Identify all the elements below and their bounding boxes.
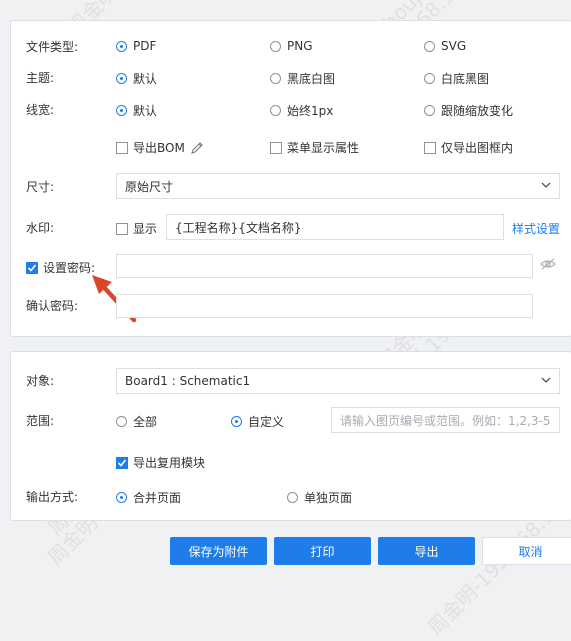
page-range-input[interactable]: 请输入图页编号或范围。例如：1,2,3-5 <box>331 407 560 433</box>
linewidth-1px-option[interactable]: 始终1px <box>270 102 333 119</box>
cancel-button[interactable]: 取消 <box>482 537 571 565</box>
theme-label: 主题: <box>26 71 55 85</box>
radio-icon[interactable] <box>116 105 127 116</box>
radio-icon[interactable] <box>116 492 127 503</box>
watermark-text-input[interactable]: {工程名称}{文档名称} <box>166 214 504 240</box>
radio-icon[interactable] <box>270 105 281 116</box>
size-select[interactable]: 原始尺寸 <box>116 173 560 199</box>
checkbox-checked-icon[interactable] <box>116 456 128 469</box>
theme-black-bg-option[interactable]: 黑底白图 <box>270 70 335 87</box>
confirm-password-label: 确认密码: <box>26 299 79 313</box>
checkbox-icon[interactable] <box>424 141 436 154</box>
radio-icon[interactable] <box>116 416 127 427</box>
radio-icon[interactable] <box>424 73 435 84</box>
export-button[interactable]: 导出 <box>378 537 475 565</box>
export-bom-checkbox[interactable]: 导出BOM <box>116 139 205 156</box>
radio-icon[interactable] <box>116 40 127 52</box>
eye-off-icon[interactable] <box>539 257 557 271</box>
radio-icon[interactable] <box>270 40 281 52</box>
range-all-option[interactable]: 全部 <box>116 413 157 430</box>
set-password-checkbox[interactable]: 设置密码: <box>26 259 95 276</box>
radio-icon[interactable] <box>424 105 435 116</box>
checkbox-icon[interactable] <box>270 141 282 154</box>
output-mode-label: 输出方式: <box>26 490 79 504</box>
watermark-show-checkbox[interactable]: 显示 <box>116 220 157 237</box>
object-select[interactable]: Board1 : Schematic1 <box>116 368 560 394</box>
save-as-attachment-button[interactable]: 保存为附件 <box>170 537 267 565</box>
radio-icon[interactable] <box>231 416 242 427</box>
theme-default-option[interactable]: 默认 <box>116 70 157 87</box>
print-button[interactable]: 打印 <box>274 537 371 565</box>
radio-icon[interactable] <box>270 73 281 84</box>
export-reuse-modules-checkbox[interactable]: 导出复用模块 <box>116 454 205 471</box>
linewidth-label: 线宽: <box>26 103 55 117</box>
chevron-down-icon <box>541 182 551 188</box>
range-custom-option[interactable]: 自定义 <box>231 413 284 430</box>
checkbox-icon[interactable] <box>116 141 128 154</box>
object-label: 对象: <box>26 374 55 388</box>
range-label: 范围: <box>26 414 55 428</box>
checkbox-checked-icon[interactable] <box>26 261 38 274</box>
file-type-label: 文件类型: <box>26 40 79 54</box>
file-type-svg-option[interactable]: SVG <box>424 39 466 53</box>
size-label: 尺寸: <box>26 180 55 194</box>
chevron-down-icon <box>541 377 551 383</box>
password-input[interactable] <box>116 254 533 278</box>
confirm-password-input[interactable] <box>116 294 533 318</box>
output-merge-option[interactable]: 合并页面 <box>116 489 181 506</box>
output-single-option[interactable]: 单独页面 <box>287 489 352 506</box>
linewidth-default-option[interactable]: 默认 <box>116 102 157 119</box>
radio-icon[interactable] <box>424 40 435 52</box>
pencil-icon[interactable] <box>189 140 205 156</box>
menu-show-attributes-checkbox[interactable]: 菜单显示属性 <box>270 139 359 156</box>
linewidth-zoom-option[interactable]: 跟随缩放变化 <box>424 102 513 119</box>
only-in-frame-checkbox[interactable]: 仅导出图框内 <box>424 139 513 156</box>
file-type-pdf-option[interactable]: PDF <box>116 39 156 53</box>
theme-white-bg-option[interactable]: 白底黑图 <box>424 70 489 87</box>
radio-icon[interactable] <box>116 73 127 84</box>
file-type-png-option[interactable]: PNG <box>270 39 313 53</box>
radio-icon[interactable] <box>287 492 298 503</box>
watermark-label: 水印: <box>26 221 55 235</box>
checkbox-icon[interactable] <box>116 222 128 235</box>
style-settings-link[interactable]: 样式设置 <box>512 220 560 237</box>
